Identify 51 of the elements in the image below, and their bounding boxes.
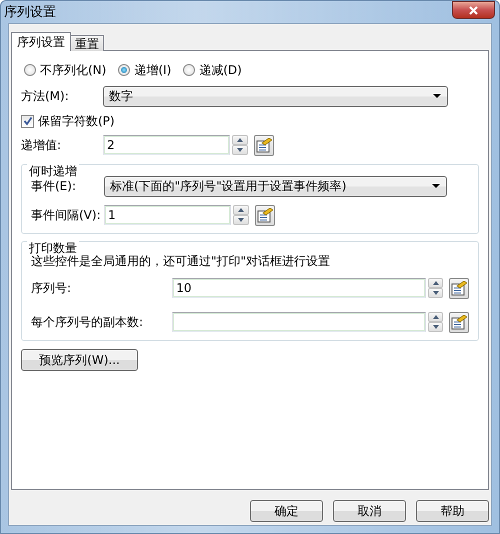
spin-up-button[interactable]: [428, 278, 444, 288]
checkbox-label: 保留字符数(P): [38, 112, 115, 130]
preview-button[interactable]: 预览序列(W)...: [21, 349, 138, 371]
tab[interactable]: 序列设置: [11, 32, 71, 51]
input-field[interactable]: 2: [103, 135, 230, 155]
group-title: 打印数量: [27, 241, 79, 255]
input-field[interactable]: [172, 312, 426, 332]
group-title: 何时递增: [27, 164, 79, 178]
spin-down-button[interactable]: [233, 215, 249, 225]
radio-button[interactable]: [118, 64, 130, 76]
checkbox[interactable]: [21, 114, 34, 128]
close-button[interactable]: [452, 1, 495, 19]
field-label: 每个序列号的副本数:: [31, 314, 144, 330]
radio-button[interactable]: [24, 64, 36, 76]
hint-text: 这些控件是全局通用的，还可通过"打印"对话框进行设置: [31, 254, 332, 270]
field-label: 序列号:: [31, 280, 72, 296]
edit-button[interactable]: [449, 312, 469, 332]
caret-icon: [432, 184, 440, 188]
notepad-icon: [451, 314, 468, 330]
spin-up-button[interactable]: [232, 135, 248, 145]
dialog-button[interactable]: 取消: [333, 500, 406, 522]
notepad-icon: [257, 208, 273, 222]
input-field[interactable]: 10: [172, 278, 426, 298]
dialog-button[interactable]: 帮助: [416, 500, 489, 522]
spin-up-button[interactable]: [428, 312, 444, 322]
caret-icon: [433, 94, 441, 98]
spin-down-button[interactable]: [428, 322, 444, 332]
tab[interactable]: 重置: [70, 35, 104, 51]
input-field[interactable]: 1: [104, 205, 231, 225]
edit-button[interactable]: [255, 204, 275, 226]
radio-label: 递增(I): [134, 62, 172, 78]
radio-label: 不序列化(N): [40, 62, 106, 78]
spin-down-button[interactable]: [428, 288, 444, 298]
notepad-icon: [451, 280, 468, 296]
field-label: 事件(E):: [31, 178, 77, 194]
dropdown[interactable]: 标准(下面的"序列号"设置用于设置事件频率): [104, 176, 447, 196]
edit-button[interactable]: [254, 134, 274, 156]
edit-button[interactable]: [449, 278, 469, 298]
window-title: 序列设置: [4, 4, 56, 21]
close-icon: [469, 6, 478, 14]
notepad-icon: [256, 138, 272, 152]
spin-up-button[interactable]: [233, 205, 249, 215]
spin-down-button[interactable]: [232, 145, 248, 155]
field-label: 事件间隔(V):: [31, 206, 102, 224]
dialog-button[interactable]: 确定: [250, 500, 323, 522]
check-icon: [22, 116, 32, 126]
radio-label: 递减(D): [199, 62, 242, 78]
field-label: 递增值:: [21, 136, 62, 154]
radio-button[interactable]: [183, 64, 196, 76]
field-label: 方法(M):: [21, 88, 70, 104]
dropdown[interactable]: 数字: [103, 86, 448, 106]
